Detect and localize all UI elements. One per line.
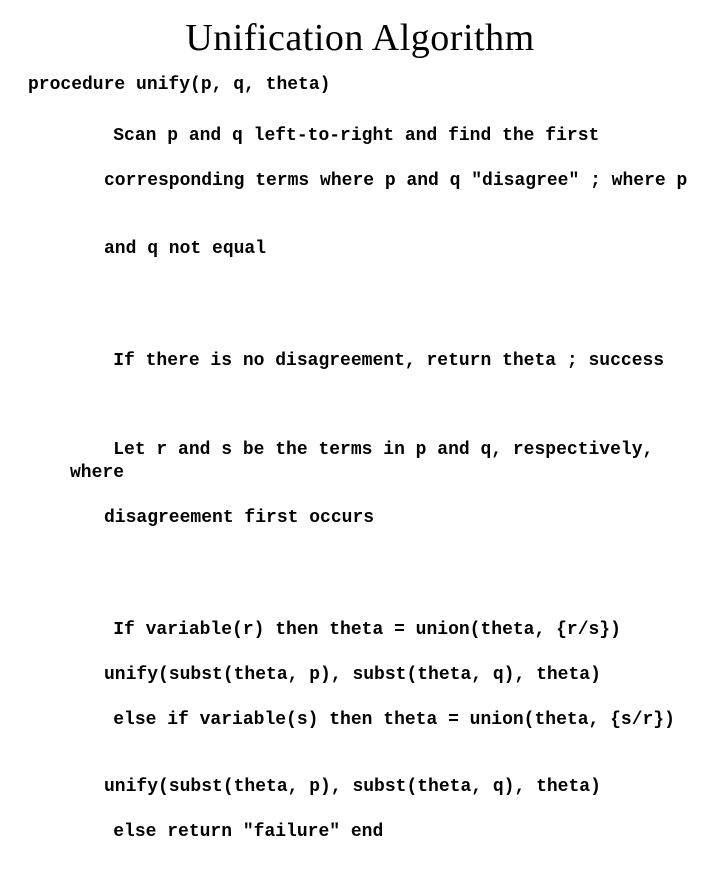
step-branch-line5: else return "failure" end — [113, 822, 383, 842]
step-let-rs-line1: Let r and s be the terms in p and q, res… — [70, 440, 664, 483]
step-branch-line1: If variable(r) then theta = union(theta,… — [113, 620, 621, 640]
step-scan-line1: Scan p and q left-to-right and find the … — [113, 126, 599, 146]
step-scan-line2: corresponding terms where p and q "disag… — [70, 170, 692, 193]
step-scan-line3: and q not equal — [70, 238, 692, 261]
step-scan: Scan p and q left-to-right and find the … — [70, 103, 692, 306]
step-branch-line3: else if variable(s) then theta = union(t… — [113, 710, 675, 730]
procedure-signature: procedure unify(p, q, theta) — [28, 74, 692, 97]
step-no-disagreement-line: If there is no disagreement, return thet… — [113, 351, 664, 371]
step-let-rs: Let r and s be the terms in p and q, res… — [70, 417, 692, 575]
slide-title: Unification Algorithm — [28, 16, 692, 60]
step-branch-line2: unify(subst(theta, p), subst(theta, q), … — [70, 664, 692, 687]
slide: Unification Algorithm procedure unify(p,… — [0, 0, 720, 886]
step-branch-line4: unify(subst(theta, p), subst(theta, q), … — [70, 776, 692, 799]
step-no-disagreement: If there is no disagreement, return thet… — [70, 327, 692, 395]
step-let-rs-line2: disagreement first occurs — [70, 507, 692, 530]
step-branch: If variable(r) then theta = union(theta,… — [70, 596, 692, 866]
